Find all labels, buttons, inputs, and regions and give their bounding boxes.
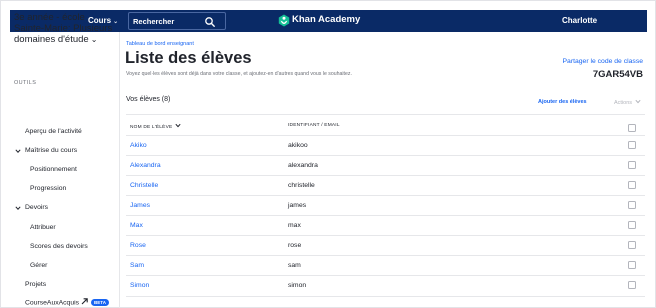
actions-label: Actions [614, 100, 633, 106]
class-name: 3e année - école Sainte-Marie: Plusieurs… [14, 12, 113, 45]
row-checkbox[interactable] [628, 201, 636, 209]
sidebar-item-projects[interactable]: Projets [25, 281, 46, 288]
sidebar-item-label: Attribuer [30, 224, 56, 231]
select-all-checkbox[interactable] [628, 124, 636, 132]
row-checkbox[interactable] [628, 261, 636, 269]
sidebar-item-label: Maîtrise du cours [25, 147, 78, 154]
column-header-student-name[interactable]: NOM DE L'ÉLÈVE [130, 123, 181, 130]
sidebar-item-course-mastery[interactable]: Maîtrise du cours [15, 147, 78, 154]
chevron-down-icon [15, 206, 21, 210]
sidebar-item-courseauxacquis[interactable]: CourseAuxAcquis BETA [25, 298, 109, 307]
beta-badge: BETA [91, 298, 109, 306]
external-link-icon [81, 298, 88, 305]
row-checkbox[interactable] [628, 241, 636, 249]
sidebar-item-label: Aperçu de l'activité [25, 128, 82, 135]
row-divider [126, 296, 645, 297]
student-name-link[interactable]: Sam [130, 262, 144, 269]
table-row: Christelle christelle [126, 176, 645, 195]
brand-name: Khan Academy [292, 14, 361, 25]
chevron-down-icon [15, 149, 21, 153]
sidebar-item-label: Gérer [30, 262, 48, 269]
student-name-link[interactable]: Rose [130, 242, 146, 249]
column-header-username-email: IDENTIFIANT / EMAIL [288, 123, 340, 128]
share-class-code-link[interactable]: Partager le code de classe [563, 58, 643, 65]
sidebar-item-manage[interactable]: Gérer [30, 262, 47, 269]
table-row: James james [126, 196, 645, 215]
student-username: max [288, 222, 301, 229]
sidebar-item-label: Scores des devoirs [30, 243, 88, 250]
table-top-divider [126, 114, 645, 115]
khan-academy-logo-icon [278, 14, 290, 27]
student-username: akikoo [288, 142, 308, 149]
column-header-label: NOM DE L'ÉLÈVE [130, 125, 173, 130]
student-name-link[interactable]: Simon [130, 282, 149, 289]
sidebar-item-label: CourseAuxAcquis [25, 299, 80, 307]
sidebar-item-label: Positionnement [30, 166, 77, 173]
breadcrumb[interactable]: Tableau de bord enseignant [126, 41, 194, 47]
sidebar-item-label: Progression [30, 185, 67, 192]
add-students-button[interactable]: Ajouter des élèves [538, 99, 587, 105]
row-checkbox[interactable] [628, 161, 636, 169]
student-username: simon [288, 282, 307, 289]
student-name-link[interactable]: Christelle [130, 182, 158, 189]
student-name-link[interactable]: James [130, 202, 150, 209]
actions-dropdown[interactable]: Actions [614, 99, 641, 106]
class-selector[interactable]: 3e année - école Sainte-Marie: Plusieurs… [14, 12, 114, 45]
table-row: Max max [126, 216, 645, 235]
page-title: Liste des élèves [125, 49, 252, 67]
student-username: alexandra [288, 162, 318, 169]
page-subtitle: Voyez quel·les élèves sont déjà dans vot… [126, 71, 352, 77]
table-row: Sam sam [126, 256, 645, 275]
user-menu[interactable]: Charlotte [562, 16, 597, 25]
table-row: Rose rose [126, 236, 645, 255]
student-name-link[interactable]: Alexandra [130, 162, 161, 169]
search-icon [205, 17, 215, 27]
student-username: sam [288, 262, 301, 269]
student-name-link[interactable]: Akiko [130, 142, 147, 149]
student-name-link[interactable]: Max [130, 222, 143, 229]
sidebar-item-activity-overview[interactable]: Aperçu de l'activité [25, 128, 82, 135]
chevron-down-icon [635, 99, 641, 104]
row-checkbox[interactable] [628, 141, 636, 149]
student-username: rose [288, 242, 302, 249]
students-count-heading: Vos élèves (8) [126, 96, 171, 103]
student-username: christelle [288, 182, 315, 189]
table-row: Simon simon [126, 276, 645, 295]
table-row: Akiko akikoo [126, 136, 645, 155]
chevron-down-icon: ⌄ [90, 35, 98, 44]
student-username: james [288, 202, 307, 209]
sidebar-item-label: Projets [25, 281, 47, 288]
row-checkbox[interactable] [628, 281, 636, 289]
tools-section-label: OUTILS [14, 80, 37, 86]
sidebar-item-label: Devoirs [25, 204, 49, 211]
search-input[interactable]: Rechercher [128, 12, 226, 30]
sidebar-item-assign[interactable]: Attribuer [30, 224, 56, 231]
chevron-down-icon [175, 123, 181, 128]
row-checkbox[interactable] [628, 221, 636, 229]
class-code: 7GAR54VB [592, 69, 643, 80]
sidebar-item-progress[interactable]: Progression [30, 185, 66, 192]
sidebar-item-placement[interactable]: Positionnement [30, 166, 77, 173]
row-checkbox[interactable] [628, 181, 636, 189]
sidebar-item-assignments[interactable]: Devoirs [15, 204, 49, 211]
sidebar-item-assignment-scores[interactable]: Scores des devoirs [30, 243, 88, 250]
table-row: Alexandra alexandra [126, 156, 645, 175]
search-label: Rechercher [133, 17, 175, 26]
